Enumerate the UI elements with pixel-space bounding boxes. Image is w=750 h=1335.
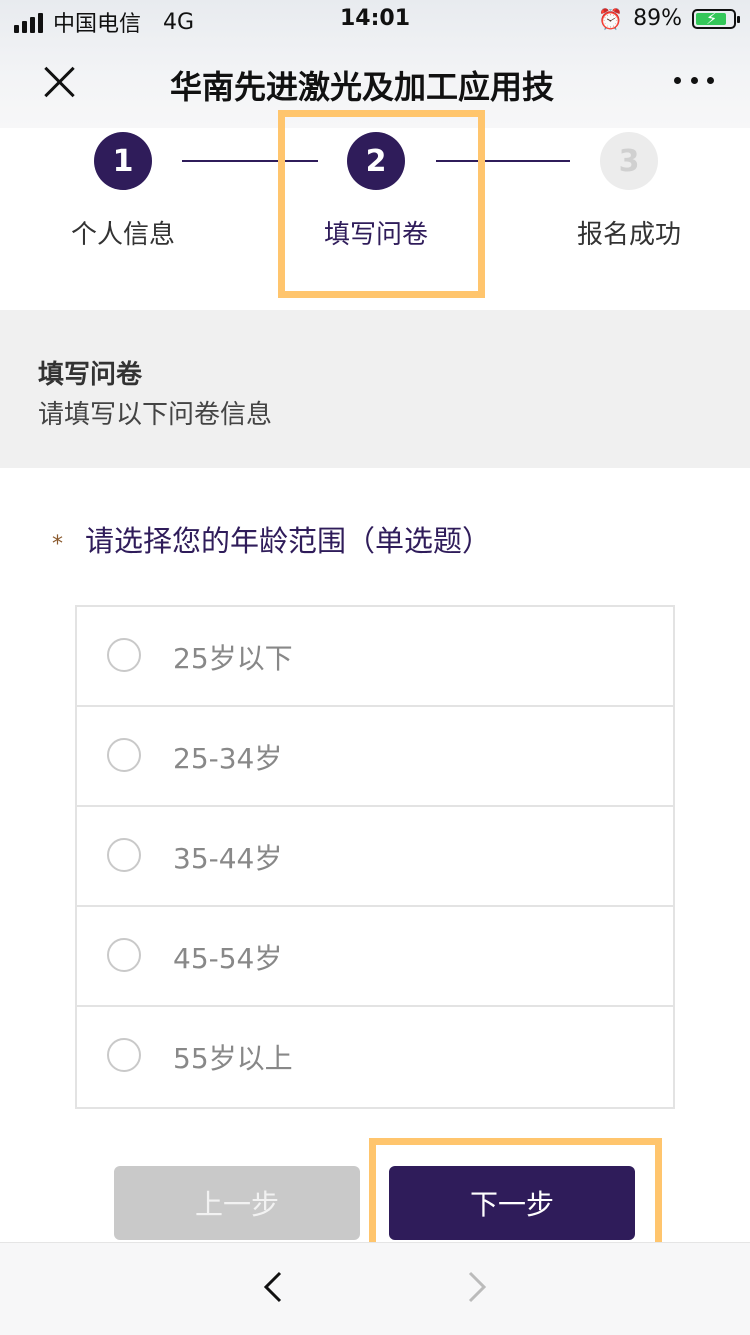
battery-percent: 89% xyxy=(633,6,682,31)
step-3-circle: 3 xyxy=(600,132,658,190)
battery-icon: ⚡ xyxy=(692,8,740,29)
option-label: 25-34岁 xyxy=(173,742,283,775)
question-title: * 请选择您的年龄范围（单选题） xyxy=(52,518,491,560)
page-title: 华南先进激光及加工应用技 xyxy=(170,68,555,106)
option-55-plus[interactable]: 55岁以上 xyxy=(77,1007,673,1107)
radio-button[interactable] xyxy=(107,738,141,772)
option-45-54[interactable]: 45-54岁 xyxy=(77,907,673,1007)
option-under-25[interactable]: 25岁以下 xyxy=(77,607,673,707)
option-label: 35-44岁 xyxy=(173,842,283,875)
browser-bottom-bar xyxy=(0,1242,750,1335)
forward-arrow-icon[interactable] xyxy=(460,1271,492,1303)
status-right: ⏰ 89% ⚡ xyxy=(598,6,740,31)
radio-button[interactable] xyxy=(107,638,141,672)
back-arrow-icon[interactable] xyxy=(258,1271,290,1303)
option-25-34[interactable]: 25-34岁 xyxy=(77,707,673,807)
radio-button[interactable] xyxy=(107,838,141,872)
option-list: 25岁以下 25-34岁 35-44岁 45-54岁 55岁以上 xyxy=(75,605,675,1109)
step-3-label: 报名成功 xyxy=(576,220,681,250)
step-1-label: 个人信息 xyxy=(70,220,175,250)
top-bar: 中国电信 4G 14:01 ⏰ 89% ⚡ 华南先进激光及加工应用技 xyxy=(0,0,750,128)
option-label: 55岁以上 xyxy=(173,1042,293,1075)
required-mark: * xyxy=(52,532,63,557)
option-label: 45-54岁 xyxy=(173,942,283,975)
radio-button[interactable] xyxy=(107,938,141,972)
step-1-circle: 1 xyxy=(94,132,152,190)
option-35-44[interactable]: 35-44岁 xyxy=(77,807,673,907)
current-step-highlight xyxy=(278,110,485,298)
option-label: 25岁以下 xyxy=(173,642,293,675)
status-bar: 中国电信 4G 14:01 ⏰ 89% ⚡ xyxy=(0,0,750,40)
section-subtitle: 请填写以下问卷信息 xyxy=(38,400,273,430)
radio-button[interactable] xyxy=(107,1038,141,1072)
alarm-icon: ⏰ xyxy=(598,6,624,31)
section-title: 填写问卷 xyxy=(38,360,143,390)
close-icon[interactable] xyxy=(34,58,84,108)
more-options-icon[interactable] xyxy=(674,70,714,90)
question-text: 请选择您的年龄范围（单选题） xyxy=(85,524,492,558)
section-header: 填写问卷 请填写以下问卷信息 xyxy=(0,310,750,468)
prev-step-button[interactable]: 上一步 xyxy=(114,1166,360,1240)
